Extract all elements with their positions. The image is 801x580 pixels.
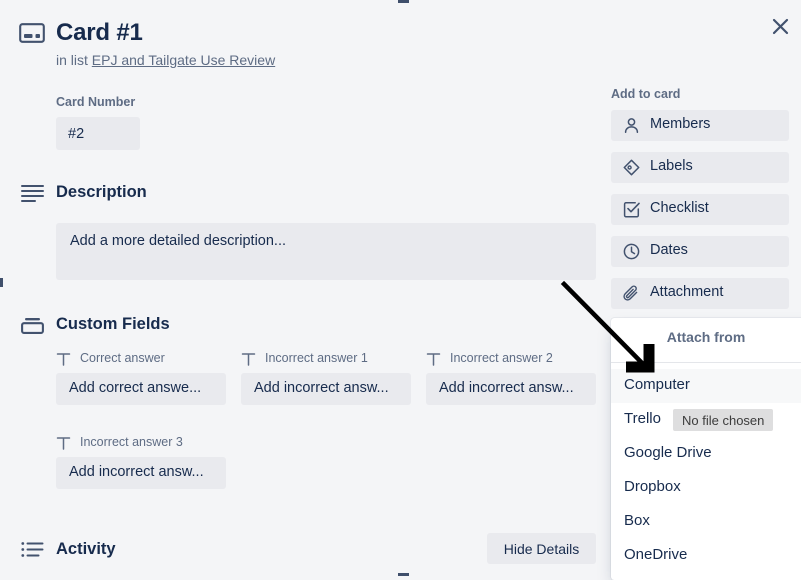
- custom-field-input[interactable]: Add incorrect answ...: [56, 457, 226, 489]
- sidebar-item-label: Attachment: [650, 284, 724, 300]
- label-tag-icon: [623, 159, 640, 176]
- attach-source-google-drive[interactable]: Google Drive: [611, 437, 801, 471]
- list-name-link[interactable]: EPJ and Tailgate Use Review: [92, 52, 275, 68]
- sidebar-item-attachment[interactable]: Attachment: [611, 278, 789, 309]
- attach-source-label: OneDrive: [624, 546, 688, 563]
- sidebar-item-dates[interactable]: Dates: [611, 236, 789, 267]
- custom-field-label: Correct answer: [80, 351, 165, 365]
- custom-field-placeholder: Add correct answe...: [69, 380, 202, 396]
- description-lines-icon: [21, 184, 44, 202]
- sidebar-item-label: Checklist: [650, 200, 709, 216]
- sidebar-item-label: Members: [650, 116, 711, 132]
- paperclip-icon: [623, 285, 640, 302]
- custom-field-placeholder: Add incorrect answ...: [69, 464, 204, 480]
- attach-source-label: Google Drive: [624, 444, 712, 461]
- activity-list-icon: [21, 541, 44, 558]
- custom-fields-title: Custom Fields: [56, 315, 170, 333]
- card-number-input[interactable]: [56, 117, 140, 150]
- custom-field-label: Incorrect answer 1: [265, 351, 368, 365]
- close-button[interactable]: [766, 12, 794, 40]
- attach-source-label: Box: [624, 512, 650, 529]
- description-title: Description: [56, 183, 147, 201]
- card-header: Card #1 in list EPJ and Tailgate Use Rev…: [0, 0, 801, 80]
- file-input-status: No file chosen: [673, 409, 774, 431]
- custom-field-label: Incorrect answer 3: [80, 435, 183, 449]
- text-type-icon: [426, 352, 441, 366]
- clock-icon: [623, 243, 640, 260]
- description-placeholder: Add a more detailed description...: [70, 233, 287, 249]
- custom-fields-icon: [21, 317, 44, 334]
- custom-field-input[interactable]: Add correct answe...: [56, 373, 226, 405]
- attach-source-label: Trello: [624, 410, 661, 427]
- sidebar-item-labels[interactable]: Labels: [611, 152, 789, 183]
- page-title: Card #1: [56, 19, 143, 46]
- text-type-icon: [241, 352, 256, 366]
- person-icon: [623, 117, 640, 134]
- attach-source-onedrive[interactable]: OneDrive: [611, 539, 801, 573]
- close-icon: [772, 18, 789, 35]
- custom-field-placeholder: Add incorrect answ...: [439, 380, 574, 396]
- custom-field-input[interactable]: Add incorrect answ...: [241, 373, 411, 405]
- checklist-icon: [623, 201, 640, 218]
- attach-source-dropbox[interactable]: Dropbox: [611, 471, 801, 505]
- sidebar-item-label: Dates: [650, 242, 688, 258]
- custom-field-label: Incorrect answer 2: [450, 351, 553, 365]
- viewport-edge-mark-left: [0, 278, 3, 287]
- card-number-label: Card Number: [56, 95, 136, 109]
- sidebar-item-checklist[interactable]: Checklist: [611, 194, 789, 225]
- breadcrumb: in list EPJ and Tailgate Use Review: [56, 52, 275, 68]
- in-list-prefix: in list: [56, 52, 92, 68]
- attach-source-label: Dropbox: [624, 478, 681, 495]
- add-to-card-title: Add to card: [611, 87, 681, 101]
- custom-field-placeholder: Add incorrect answ...: [254, 380, 389, 396]
- attach-popup-title: Attach from: [666, 329, 746, 345]
- divider: [611, 362, 801, 363]
- attach-from-popup: Attach from Computer Trello Google Drive…: [611, 318, 801, 580]
- attach-source-box[interactable]: Box: [611, 505, 801, 539]
- card-board-icon: [19, 22, 45, 44]
- attach-source-computer[interactable]: Computer: [611, 369, 801, 403]
- attach-source-label: Computer: [624, 376, 690, 393]
- activity-title: Activity: [56, 540, 116, 558]
- sidebar-item-label: Labels: [650, 158, 693, 174]
- text-type-icon: [56, 352, 71, 366]
- description-input[interactable]: Add a more detailed description...: [56, 223, 596, 280]
- text-type-icon: [56, 436, 71, 450]
- custom-field-input[interactable]: Add incorrect answ...: [426, 373, 596, 405]
- sidebar-item-members[interactable]: Members: [611, 110, 789, 141]
- hide-details-button[interactable]: Hide Details: [487, 533, 596, 564]
